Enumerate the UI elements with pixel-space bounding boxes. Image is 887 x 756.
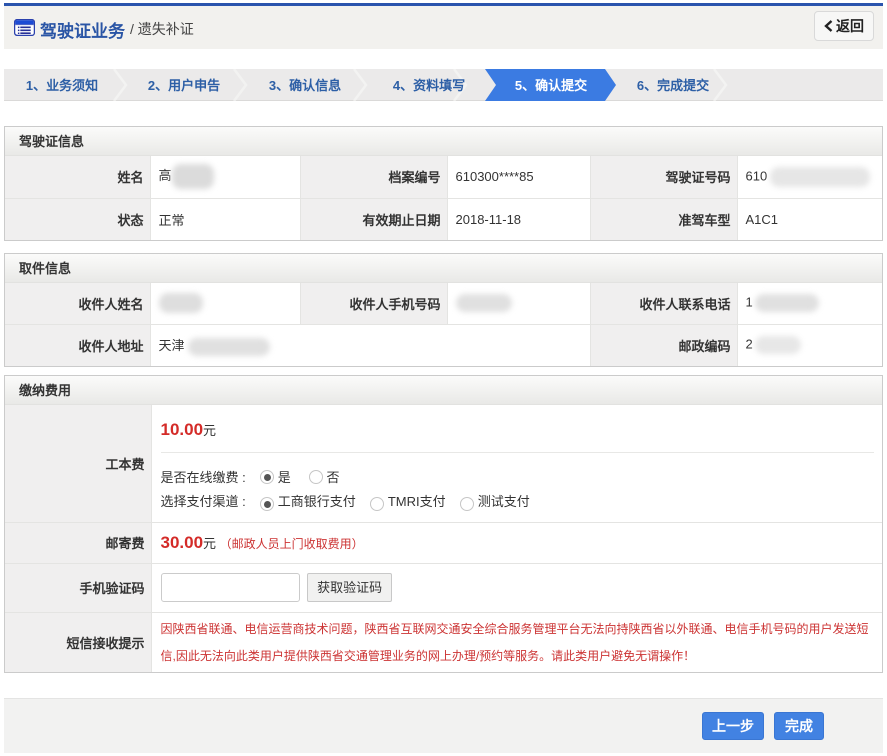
svg-text:5、确认提交: 5、确认提交 xyxy=(515,78,587,93)
svg-text:1、业务须知: 1、业务须知 xyxy=(26,78,98,93)
svg-text:2、用户申告: 2、用户申告 xyxy=(148,78,220,93)
svg-text:3、确认信息: 3、确认信息 xyxy=(269,78,341,93)
svg-text:4、资料填写: 4、资料填写 xyxy=(393,78,465,93)
svg-text:6、完成提交: 6、完成提交 xyxy=(637,78,709,93)
